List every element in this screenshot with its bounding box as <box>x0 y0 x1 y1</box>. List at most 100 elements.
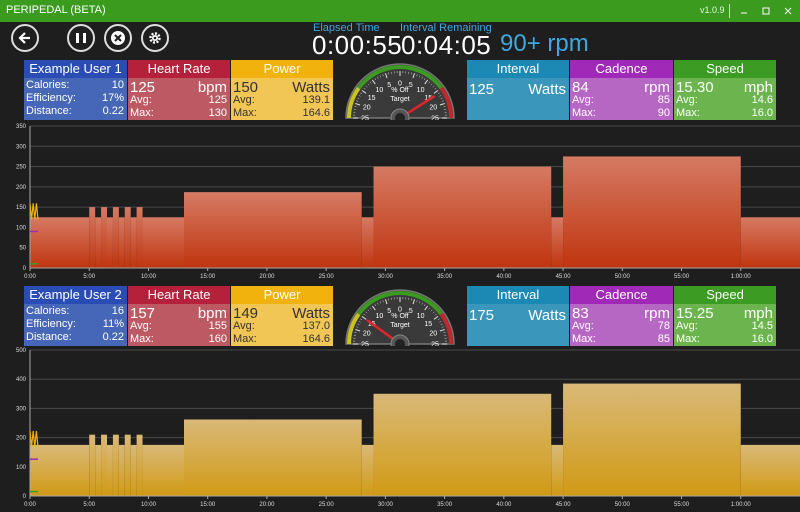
y-tick-label: 50 <box>19 246 26 252</box>
calories-value: 10 <box>111 79 124 91</box>
speed-avg: 14.5 <box>751 320 773 332</box>
y-tick-label: 100 <box>16 225 27 231</box>
x-tick-label: 0:00 <box>24 502 36 508</box>
interval-tile: Interval 175 Watts <box>467 286 569 346</box>
heart-rate-tile: Heart Rate 125 bpm Avg: 125 Max: 130 <box>128 60 230 120</box>
settings-button[interactable] <box>141 24 169 52</box>
interval-step <box>740 217 800 268</box>
cadence-avg: 85 <box>657 94 670 106</box>
power-history-chart-1: 0 50 100 150 200 250 300 350 0:00 5:00 10:00 15:00 2… <box>0 122 800 282</box>
x-tick-label: 10:00 <box>141 274 157 280</box>
x-tick-label: 30:00 <box>378 274 394 280</box>
x-tick-label: 25:00 <box>319 502 335 508</box>
user-tile: Example User 2 Calories: 16 Efficiency: 11… <box>24 286 127 346</box>
user-name: Example User 2 <box>24 286 127 304</box>
x-tick-label: 20:00 <box>259 274 275 280</box>
interval-step <box>361 444 374 496</box>
distance-row: Distance: 0.22 <box>26 105 124 117</box>
x-tick-label: 20:00 <box>259 502 275 508</box>
x-tick-label: 50:00 <box>615 274 631 280</box>
maximize-icon[interactable] <box>758 3 774 19</box>
heart-rate-max: 130 <box>208 107 227 119</box>
heart-rate-max: 160 <box>208 333 227 345</box>
y-tick-label: 0 <box>23 494 27 500</box>
gauge-tick-label: 20 <box>429 331 437 338</box>
x-tick-label: 10:00 <box>141 502 157 508</box>
speed-max: 16.0 <box>751 107 773 119</box>
back-arrow-icon <box>18 32 30 44</box>
y-tick-label: 400 <box>16 377 27 383</box>
interval-step <box>112 207 119 268</box>
power-avg: 137.0 <box>302 320 330 332</box>
y-tick-label: 200 <box>16 436 27 442</box>
efficiency-value: 17% <box>101 92 124 104</box>
minimize-icon[interactable] <box>736 3 752 19</box>
x-tick-label: 15:00 <box>200 274 216 280</box>
x-tick-label: 35:00 <box>437 274 453 280</box>
chart-canvas: 0 50 100 150 200 250 300 350 0:00 5:00 10:00 15:00 2… <box>16 124 800 280</box>
interval-step <box>95 444 102 496</box>
target-gauge: 2520151050510152025% OffTarget <box>338 60 462 128</box>
gauge-tick-label: 10 <box>376 87 384 94</box>
interval-step <box>112 434 119 496</box>
x-tick-label: 35:00 <box>437 502 453 508</box>
cadence-max: 90 <box>657 107 670 119</box>
stop-button[interactable] <box>104 24 132 52</box>
x-tick-label: 45:00 <box>556 502 572 508</box>
interval-label: Interval <box>467 60 569 78</box>
cadence-max: 85 <box>657 333 670 345</box>
speed-avg: 14.6 <box>751 94 773 106</box>
y-tick-label: 500 <box>16 348 27 354</box>
y-tick-label: 250 <box>16 165 27 171</box>
power-label: Power <box>231 60 333 78</box>
power-label: Power <box>231 286 333 304</box>
heart-rate-tile: Heart Rate 157 bpm Avg: 155 Max: 160 <box>128 286 230 346</box>
interval-step <box>130 217 137 268</box>
gauge-tick-label: 10 <box>417 87 425 94</box>
target-gauge: 2520151050510152025% OffTarget <box>338 286 462 354</box>
heart-rate-avg: 155 <box>208 320 227 332</box>
gauge-tick-label: 5 <box>409 308 413 315</box>
stop-icon <box>111 31 125 45</box>
y-tick-label: 300 <box>16 406 27 412</box>
interval-step <box>136 207 143 268</box>
back-button[interactable] <box>11 24 39 52</box>
x-tick-label: 0:00 <box>24 274 36 280</box>
heart-rate-label: Heart Rate <box>128 286 230 304</box>
cadence-tile: Cadence 84 rpm Avg: 85 Max: 90 <box>570 60 673 120</box>
speed-tile: Speed 15.30 mph Avg: 14.6 Max: 16.0 <box>674 60 776 120</box>
interval-step <box>184 419 362 496</box>
pause-button[interactable] <box>67 24 95 52</box>
x-tick-label: 15:00 <box>200 502 216 508</box>
interval-unit: Watts <box>528 81 566 98</box>
titlebar-divider <box>729 4 730 18</box>
interval-step <box>30 217 90 268</box>
power-avg: 139.1 <box>302 94 330 106</box>
interval-step <box>107 217 113 268</box>
x-tick-label: 30:00 <box>378 502 394 508</box>
interval-step <box>136 434 143 496</box>
interval-unit: Watts <box>528 307 566 324</box>
gauge-tick-label: 5 <box>409 82 413 89</box>
user-tile: Example User 1 Calories: 10 Efficiency: 17… <box>24 60 127 120</box>
interval-remaining: 0:04:05 <box>401 30 492 60</box>
title-bar: PERIPEDAL (BETA) v1.0.9 <box>0 0 800 22</box>
power-max: 164.6 <box>302 333 330 345</box>
interval-step <box>89 434 96 496</box>
speed-label: Speed <box>674 286 776 304</box>
x-tick-label: 5:00 <box>83 502 95 508</box>
gauge-label: % Off <box>391 313 408 320</box>
live-power-trace <box>29 203 39 220</box>
close-icon[interactable] <box>780 3 796 19</box>
interval-step <box>107 444 113 496</box>
interval-step <box>124 434 131 496</box>
distance-value: 0.22 <box>102 105 124 117</box>
interval-step <box>130 444 137 496</box>
cadence-label: Cadence <box>570 60 673 78</box>
target-rpm: 90+ rpm <box>500 30 589 57</box>
heart-rate-avg: 125 <box>208 94 227 106</box>
interval-step <box>124 207 131 268</box>
distance-row: Distance: 0.22 <box>26 331 124 343</box>
interval-step <box>184 192 362 268</box>
interval-step <box>563 383 741 496</box>
